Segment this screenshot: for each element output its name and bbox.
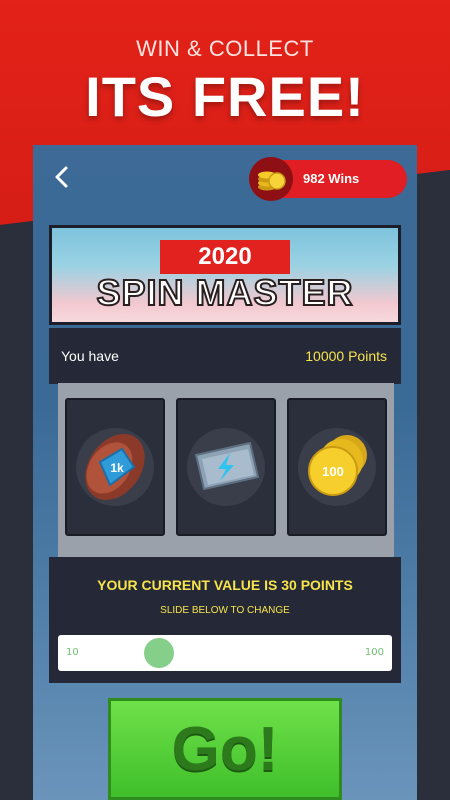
coin-stack-icon xyxy=(249,157,293,201)
back-button[interactable] xyxy=(47,163,77,193)
svg-text:1k: 1k xyxy=(110,461,124,475)
lightning-ticket-icon xyxy=(194,441,260,491)
wins-count: 982 Wins xyxy=(303,171,360,186)
promo-headline: ITS FREE! xyxy=(85,65,365,128)
points-bar: You have 10000 Points xyxy=(49,328,401,384)
value-panel: YOUR CURRENT VALUE IS 30 POINTS SLIDE BE… xyxy=(49,557,401,683)
slider-min-label: 10 xyxy=(66,647,79,658)
value-slider[interactable]: 10 100 xyxy=(58,635,392,671)
slide-hint: SLIDE BELOW TO CHANGE xyxy=(160,605,290,616)
go-button[interactable]: Go! xyxy=(108,698,342,800)
current-value-label: YOUR CURRENT VALUE IS 30 POINTS xyxy=(97,577,353,593)
slot-coins[interactable]: 100 xyxy=(287,398,387,536)
wins-counter[interactable]: 982 Wins xyxy=(249,157,407,201)
promo-tagline: WIN & COLLECT xyxy=(136,36,314,61)
slot-gem[interactable]: 1k xyxy=(65,398,165,536)
app-screen: 982 Wins 2020 SPIN MASTER You have 10000… xyxy=(33,145,417,800)
banner-title: SPIN MASTER xyxy=(95,271,354,314)
points-label: You have xyxy=(61,348,119,364)
spin-master-banner: 2020 SPIN MASTER xyxy=(49,225,401,325)
go-button-label: Go! xyxy=(171,714,279,784)
reward-slots: 1k 100 xyxy=(58,383,394,557)
svg-text:100: 100 xyxy=(322,464,344,479)
chevron-left-icon xyxy=(55,166,68,188)
slider-max-label: 100 xyxy=(364,647,384,658)
banner-year: 2020 xyxy=(160,240,290,274)
slot-ticket[interactable] xyxy=(176,398,276,536)
points-value: 10000 Points xyxy=(305,348,387,364)
slider-handle[interactable] xyxy=(144,638,174,668)
1k-gem-icon: 1k xyxy=(85,433,145,501)
100-coin-icon: 100 xyxy=(308,435,367,496)
